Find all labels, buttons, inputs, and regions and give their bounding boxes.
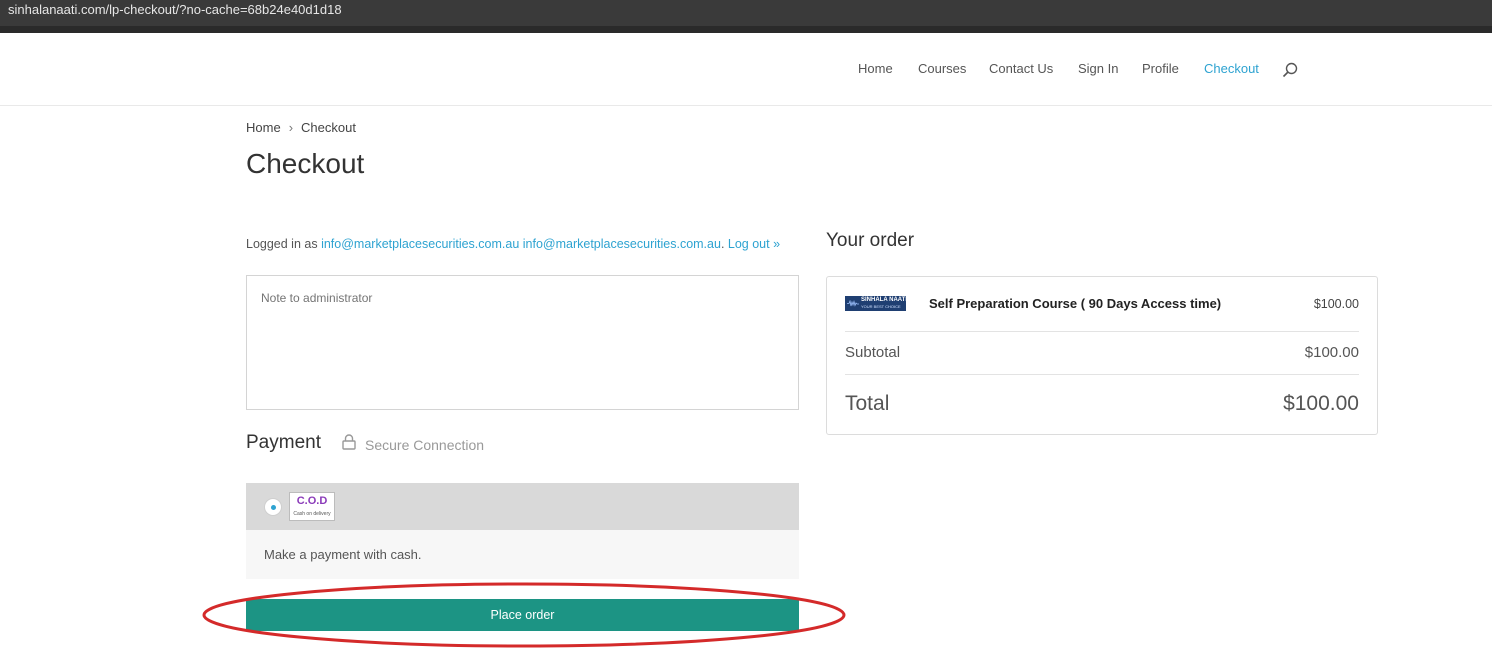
subtotal-value: $100.00 [1304, 344, 1359, 361]
total-label: Total [845, 392, 890, 415]
breadcrumb-separator: › [288, 120, 294, 135]
total-value: $100.00 [1283, 392, 1359, 415]
browser-address-bar[interactable]: sinhalanaati.com/lp-checkout/?no-cache=6… [0, 0, 1492, 33]
search-icon[interactable] [1282, 62, 1298, 78]
site-header: Home Courses Contact Us Sign In Profile … [0, 33, 1492, 106]
login-separator: . [720, 237, 725, 251]
order-summary: SINHALA NAATI YOUR BEST CHOICE Self Prep… [826, 276, 1378, 435]
nav-profile[interactable]: Profile [1142, 61, 1179, 76]
cod-logo-subtitle: Cash on delivery [293, 511, 331, 517]
nav-checkout[interactable]: Checkout [1204, 61, 1259, 76]
course-price: $100.00 [1313, 297, 1359, 311]
divider [845, 374, 1359, 375]
logout-link[interactable]: Log out » [728, 237, 780, 251]
thumbnail-title: SINHALA NAATI [861, 297, 907, 303]
payment-heading: Payment [246, 432, 321, 453]
main-nav: Home Courses Contact Us Sign In Profile … [0, 61, 1492, 81]
highlight-ellipse [202, 582, 846, 648]
page-title: Checkout [246, 148, 365, 179]
login-prefix: Logged in as [246, 237, 318, 251]
login-username-link[interactable]: info@marketplacesecurities.com.au [321, 237, 519, 251]
breadcrumb: Home › Checkout [246, 120, 356, 135]
divider [845, 331, 1359, 332]
subtotal-label: Subtotal [845, 344, 901, 361]
url-text[interactable]: sinhalanaati.com/lp-checkout/?no-cache=6… [8, 2, 342, 17]
order-heading: Your order [826, 230, 915, 251]
nav-contact-us[interactable]: Contact Us [989, 61, 1053, 76]
nav-sign-in[interactable]: Sign In [1078, 61, 1118, 76]
login-email-link[interactable]: info@marketplacesecurities.com.au [523, 237, 721, 251]
nav-courses[interactable]: Courses [918, 61, 966, 76]
payment-method-description: Make a payment with cash. [264, 547, 422, 562]
breadcrumb-home[interactable]: Home [246, 120, 281, 135]
thumbnail-subtitle: YOUR BEST CHOICE [861, 304, 901, 309]
payment-method-cod[interactable]: C.O.D Cash on delivery [246, 483, 799, 530]
cod-logo-title: C.O.D [296, 495, 328, 507]
sound-wave-icon [847, 300, 859, 307]
secure-connection-label: Secure Connection [365, 437, 485, 453]
breadcrumb-current: Checkout [301, 120, 356, 135]
nav-home[interactable]: Home [858, 61, 893, 76]
cod-radio[interactable] [264, 498, 282, 516]
lock-icon [342, 434, 356, 450]
cod-logo: C.O.D Cash on delivery [289, 492, 335, 521]
login-status: Logged in as info@marketplacesecurities.… [246, 234, 802, 255]
course-thumbnail: SINHALA NAATI YOUR BEST CHOICE [845, 296, 907, 311]
course-name: Self Preparation Course ( 90 Days Access… [929, 296, 1222, 311]
payment-method-description-box: Make a payment with cash. [246, 530, 799, 579]
browser-bar-strip [0, 26, 1492, 33]
note-to-admin-field[interactable] [246, 275, 799, 410]
